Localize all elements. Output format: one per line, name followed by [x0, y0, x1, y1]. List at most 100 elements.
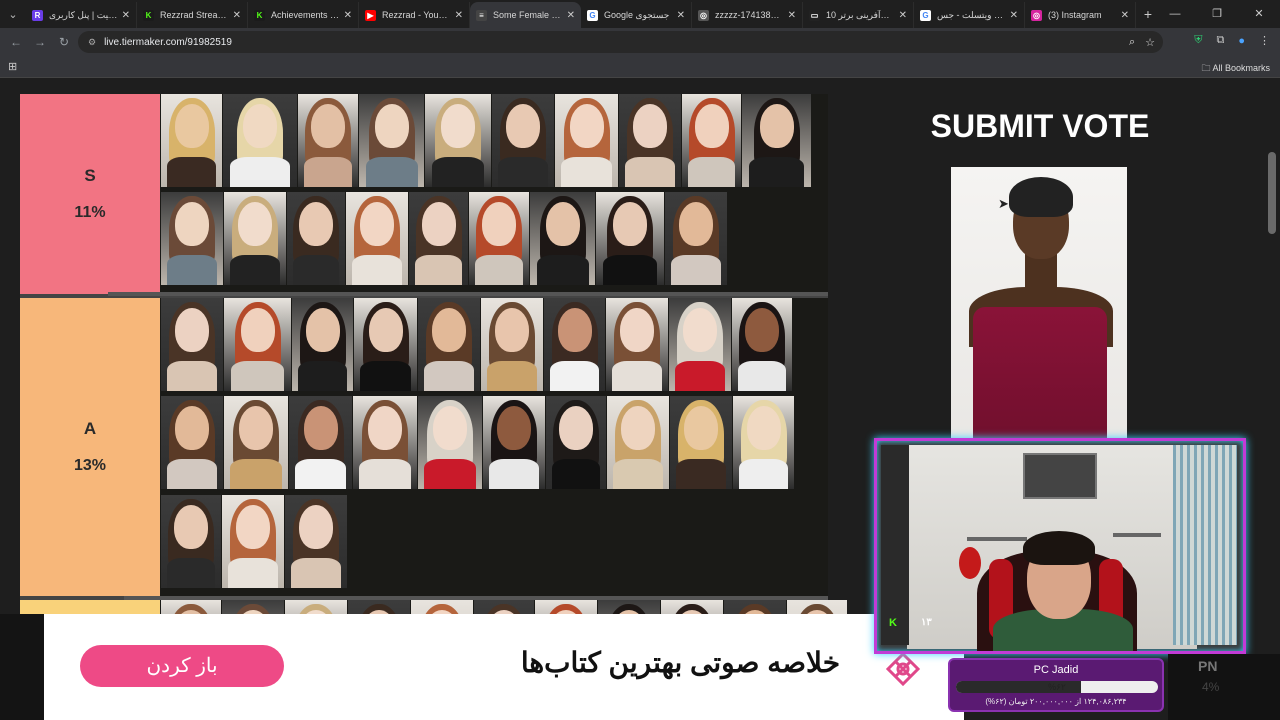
tier-item-image[interactable]	[418, 298, 480, 391]
tier-item-image[interactable]	[346, 192, 408, 285]
tier-item-image[interactable]	[469, 192, 529, 285]
tier-item-image[interactable]	[670, 396, 732, 489]
tier-item-image[interactable]	[619, 94, 681, 187]
browser-tab[interactable]: ≡ Some Female Cele ✕	[470, 2, 581, 28]
tab-close-icon[interactable]: ✕	[788, 10, 796, 21]
browser-tab[interactable]: ▭ 10 نقش‌آفرینی برتر ✕	[803, 2, 914, 28]
tier-item-image[interactable]	[161, 192, 223, 285]
back-icon[interactable]: ←	[4, 35, 28, 49]
tier-item-image[interactable]	[287, 192, 345, 285]
close-window-icon[interactable]: ✕	[1238, 0, 1280, 28]
tier-item-image[interactable]	[555, 94, 618, 187]
tier-s-scrollbar[interactable]	[108, 292, 828, 296]
shield-extension-icon[interactable]: ⛨	[1194, 34, 1202, 47]
bookmark-star-icon[interactable]: ☆	[1145, 36, 1155, 49]
tab-close-icon[interactable]: ✕	[233, 10, 241, 21]
tab-close-icon[interactable]: ✕	[455, 10, 463, 21]
tier-item-image[interactable]	[682, 94, 741, 187]
tab-strip: ⌄ R ریمیت | پنل کاربری ✕ K Rezzrad Stream - …	[0, 0, 1280, 28]
site-info-icon[interactable]: ⚙	[88, 37, 96, 48]
portrait-outfit	[295, 459, 346, 489]
vote-figure-hair	[1009, 177, 1073, 217]
extensions-icon[interactable]: ⧉	[1216, 34, 1224, 47]
tier-item-image[interactable]	[224, 192, 286, 285]
ad-banner[interactable]: باز کردن خلاصه صوتی بهترین کتاب‌ها	[44, 614, 964, 720]
tier-item-image[interactable]	[289, 396, 352, 489]
portrait-face	[679, 202, 713, 246]
tab-close-icon[interactable]: ✕	[1121, 10, 1129, 21]
tier-item-image[interactable]	[418, 396, 482, 489]
tab-close-icon[interactable]: ✕	[122, 10, 130, 21]
portrait-face	[621, 406, 655, 450]
tier-item-image[interactable]	[530, 192, 595, 285]
tier-item-image[interactable]	[606, 298, 668, 391]
ad-open-button[interactable]: باز کردن	[80, 645, 284, 687]
tier-item-image[interactable]	[607, 396, 669, 489]
tier-item-image[interactable]	[544, 298, 605, 391]
tier-item-image[interactable]	[409, 192, 468, 285]
tab-close-icon[interactable]: ✕	[1010, 10, 1018, 21]
tier-item-image[interactable]	[481, 298, 543, 391]
menu-icon[interactable]: ⋮	[1259, 34, 1270, 47]
reload-icon[interactable]: ↻	[52, 35, 76, 49]
page-scrollbar[interactable]	[1268, 152, 1276, 234]
portrait-outfit	[230, 459, 282, 489]
tab-close-icon[interactable]: ✕	[899, 10, 907, 21]
tab-close-icon[interactable]: ✕	[677, 10, 685, 21]
tier-item-image[interactable]	[596, 192, 664, 285]
zoom-icon[interactable]: ⌕	[1129, 36, 1135, 49]
tab-search-icon[interactable]: ⌄	[0, 0, 26, 28]
address-bar[interactable]: ⚙ live.tiermaker.com/91982519 ⌕ ☆	[78, 31, 1163, 53]
portrait-outfit	[167, 361, 217, 391]
tier-item-image[interactable]	[285, 495, 347, 588]
kick-logo-icon: K	[889, 617, 897, 629]
tab-label: 10 نقش‌آفرینی برتر	[826, 9, 895, 20]
tier-item-image[interactable]	[742, 94, 811, 187]
tier-item-image[interactable]	[425, 94, 491, 187]
tier-item-image[interactable]	[161, 298, 223, 391]
tier-item-image[interactable]	[223, 94, 297, 187]
browser-tab[interactable]: G کیت ویتسلت - جس ✕	[914, 2, 1025, 28]
tier-item-image[interactable]	[224, 298, 291, 391]
portrait-outfit	[414, 255, 463, 285]
tier-item-image[interactable]	[732, 298, 792, 391]
browser-tab[interactable]: K Achievements - Ki ✕	[248, 2, 359, 28]
tier-item-image[interactable]	[359, 94, 424, 187]
browser-tab[interactable]: ◎ zzzzz-174138831 ✕	[692, 2, 803, 28]
browser-tab[interactable]: ▶ Rezzrad - YouTube ✕	[359, 2, 470, 28]
tier-item-image[interactable]	[222, 495, 284, 588]
tier-item-image[interactable]	[665, 192, 727, 285]
tier-item-image[interactable]	[161, 396, 223, 489]
tier-item-image[interactable]	[161, 495, 221, 588]
tier-item-image[interactable]	[354, 298, 417, 391]
all-bookmarks-button[interactable]: 🗀 All Bookmarks	[1201, 61, 1270, 77]
tier-item-image[interactable]	[483, 396, 545, 489]
tier-item-image[interactable]	[492, 94, 554, 187]
minimize-icon[interactable]: —	[1154, 0, 1196, 28]
tier-item-image[interactable]	[292, 298, 353, 391]
browser-tab[interactable]: K Rezzrad Stream - K ✕	[137, 2, 248, 28]
tab-close-icon[interactable]: ✕	[344, 10, 352, 21]
tier-item-image[interactable]	[733, 396, 794, 489]
tier-item-image[interactable]	[161, 94, 222, 187]
browser-tab[interactable]: R ریمیت | پنل کاربری ✕	[26, 2, 137, 28]
tier-item-image[interactable]	[224, 396, 288, 489]
forward-icon[interactable]: →	[28, 35, 52, 49]
tier-item-image[interactable]	[298, 94, 358, 187]
tab-favicon-icon: ◎	[698, 9, 709, 21]
tier-item-image[interactable]	[669, 298, 731, 391]
portrait-face	[240, 308, 275, 352]
tier-item-image[interactable]	[353, 396, 417, 489]
apps-grid-icon[interactable]: ⊞	[8, 60, 17, 73]
portrait-face	[175, 308, 209, 352]
browser-tab[interactable]: G Google جستجوی ✕	[581, 2, 692, 28]
submit-vote-title[interactable]: SUBMIT VOTE	[870, 108, 1210, 145]
portrait-face	[746, 406, 781, 450]
restore-icon[interactable]: ❐	[1196, 0, 1238, 28]
tier-item-image[interactable]	[546, 396, 606, 489]
browser-tab[interactable]: ◎ (3) Instagram ✕	[1025, 2, 1136, 28]
profile-avatar[interactable]: ●	[1238, 35, 1245, 47]
tab-close-icon[interactable]: ✕	[567, 10, 575, 21]
vote-candidate-image[interactable]	[951, 167, 1127, 467]
tab-label: zzzzz-174138831	[715, 10, 784, 20]
